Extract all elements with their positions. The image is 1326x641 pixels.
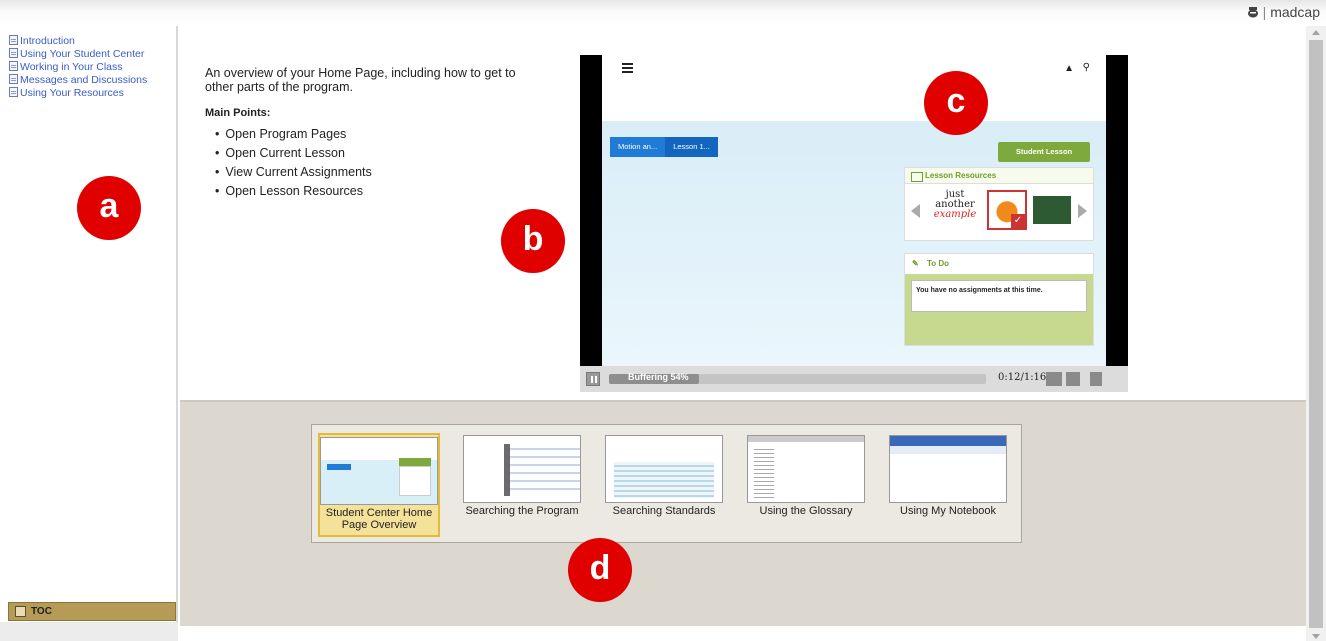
status-bar [180,626,1306,641]
callout-badge-b: b [501,209,565,273]
thumbnail-image [889,435,1007,503]
book-icon [15,606,26,617]
madcap-logo-icon [1247,7,1258,18]
student-lesson-button: Student Lesson [998,142,1090,162]
document-icon [9,74,18,84]
overview-description: An overview of your Home Page, including… [205,66,516,94]
lesson-resources-title: Lesson Resources [905,168,1093,184]
gallery-item-searching-program[interactable]: Searching the Program [461,433,583,537]
breadcrumb-item: Lesson 1... [665,137,718,157]
gallery-item-home-page-overview[interactable]: Student Center Home Page Overview [318,433,440,537]
gallery-item-searching-standards[interactable]: Searching Standards [603,433,725,537]
main-point: Open Current Lesson [225,144,372,163]
main-content: An overview of your Home Page, including… [180,26,1306,400]
menu-icon [622,63,633,75]
top-bar: | madcap [0,0,1326,26]
callout-badge-a: a [77,176,141,240]
thumbnail-image [320,437,438,505]
chalkboard-thumbnail [1033,196,1071,224]
scroll-up-icon[interactable] [1312,30,1320,35]
main-point: Open Program Pages [225,125,372,144]
arrow-right-icon [1078,204,1087,218]
video-screen[interactable]: ▲ ⚲ Motion an... Lesson 1... Student Les… [602,55,1106,366]
document-icon [9,48,18,58]
todo-title: To Do [905,254,1093,274]
fullscreen-button[interactable] [1090,372,1102,386]
thumbnail-image [463,435,581,503]
gallery-caption: Using the Glossary [759,505,853,517]
gallery-item-glossary[interactable]: Using the Glossary [745,433,867,537]
arrow-left-icon [911,204,920,218]
toc-tab[interactable]: TOC [8,602,176,621]
toc-item-introduction[interactable]: Introduction [9,35,147,48]
video-breadcrumb: Motion an... Lesson 1... [610,137,718,157]
pause-button[interactable] [586,372,600,386]
gallery-caption: Searching Standards [612,505,716,517]
video-player[interactable]: ▲ ⚲ Motion an... Lesson 1... Student Les… [580,55,1128,392]
search-icon: ⚲ [1082,62,1090,73]
main-point: Open Lesson Resources [225,182,372,201]
callout-badge-d: d [568,538,632,602]
gallery-item-notebook[interactable]: Using My Notebook [887,433,1009,537]
user-icon: ▲ [1064,63,1074,74]
brand: | madcap [1247,4,1320,20]
thumbnail-image [747,435,865,503]
time-readout: 0:12/1:16 [998,372,1047,383]
scrollbar-thumb[interactable] [1309,40,1323,628]
example-thumbnail: just another example [933,189,977,220]
lesson-resources-panel: Lesson Resources just another example [904,167,1094,241]
captions-button[interactable] [1046,372,1062,386]
scroll-down-icon[interactable] [1312,634,1320,639]
toc-item-student-center[interactable]: Using Your Student Center [9,48,147,61]
main-points-label: Main Points: [205,107,271,119]
document-icon [9,61,18,71]
toc-list: Introduction Using Your Student Center W… [9,35,147,100]
document-icon [9,87,18,97]
gallery-strip: Student Center Home Page Overview Search… [311,424,1022,543]
todo-panel: To Do You have no assignments at this ti… [904,253,1094,346]
todo-message: You have no assignments at this time. [911,280,1087,312]
toc-sidebar: Introduction Using Your Student Center W… [0,26,178,641]
thumbnail-image [605,435,723,503]
toc-item-working-in-class[interactable]: Working in Your Class [9,61,147,74]
brand-name: madcap [1270,4,1320,20]
document-icon [9,35,18,45]
toc-item-messages[interactable]: Messages and Discussions [9,74,147,87]
breadcrumb-item: Motion an... [610,137,666,157]
buffering-label: Buffering 54% [628,372,689,382]
pumpkin-thumbnail [987,190,1027,230]
sidebar-footer [0,622,178,641]
main-point: View Current Assignments [225,163,371,182]
gallery-caption: Student Center Home Page Overview [325,507,433,531]
toc-item-resources[interactable]: Using Your Resources [9,87,147,100]
main-points-list: Open Program Pages Open Current Lesson V… [225,125,372,201]
video-gallery: Student Center Home Page Overview Search… [180,400,1306,626]
gallery-caption: Searching the Program [465,505,579,517]
volume-button[interactable] [1066,372,1080,386]
vertical-scrollbar[interactable] [1306,26,1326,641]
callout-badge-c: c [924,71,988,135]
gallery-caption: Using My Notebook [900,505,996,517]
video-controls: Buffering 54% 0:12/1:16 [580,366,1128,392]
toc-tab-label: TOC [31,606,52,617]
